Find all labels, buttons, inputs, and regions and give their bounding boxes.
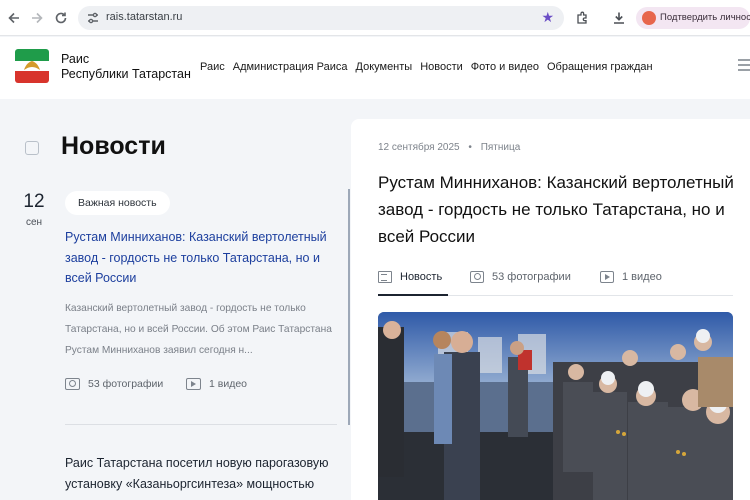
rss-icon[interactable]	[25, 141, 39, 155]
article-title: Рустам Минниханов: Казанский вертолетный…	[378, 173, 734, 246]
tab-photos[interactable]: 53 фотографии	[470, 271, 571, 283]
brand-line-1: Раис	[61, 52, 90, 66]
nav-item-appeals[interactable]: Обращения граждан	[547, 61, 653, 73]
news-date-month: сен	[25, 217, 43, 228]
feed-divider	[65, 424, 337, 425]
nav-item-documents[interactable]: Документы	[356, 61, 413, 73]
downloads-icon[interactable]	[610, 9, 628, 27]
extensions-icon[interactable]	[573, 9, 591, 27]
tatarstan-logo[interactable]	[15, 49, 49, 83]
tab-news-label: Новость	[400, 271, 443, 283]
site-settings-icon[interactable]	[86, 11, 100, 25]
article-panel: 12 сентября 2025 • Пятница Рустам Минних…	[351, 119, 750, 500]
tab-photos-label: 53 фотографии	[492, 271, 571, 283]
forward-icon[interactable]	[27, 8, 47, 28]
date-separator: •	[468, 142, 472, 153]
verify-identity-label: Подтвердить личность	[660, 12, 750, 23]
url-text: rais.tatarstan.ru	[106, 11, 183, 23]
nav-item-photo-video[interactable]: Фото и видео	[471, 61, 539, 73]
news-item-videos[interactable]: 1 видео	[186, 378, 247, 390]
brand-title[interactable]: Раис Республики Татарстан	[61, 52, 191, 82]
article-photo[interactable]	[378, 312, 733, 500]
camera-icon	[65, 378, 80, 390]
article-tabs: Новость 53 фотографии 1 видео	[378, 265, 733, 297]
back-icon[interactable]	[4, 8, 24, 28]
document-icon	[378, 271, 392, 283]
video-icon	[600, 271, 614, 283]
news-date-day: 12	[23, 191, 45, 212]
news-feed: Новости 12 сен Важная новость Рустам Мин…	[0, 99, 350, 500]
news-item-title-link[interactable]: Рустам Минниханов: Казанский вертолетный…	[65, 227, 337, 289]
nav-item-administration[interactable]: Администрация Раиса	[233, 61, 348, 73]
bookmark-star-icon[interactable]: ★	[541, 9, 554, 26]
news-item-excerpt: Казанский вертолетный завод - гордость н…	[65, 303, 332, 356]
important-news-badge: Важная новость	[65, 191, 170, 215]
page-title: Новости	[61, 132, 166, 160]
brand-line-2: Республики Татарстан	[61, 67, 191, 81]
main-nav: Раис Администрация Раиса Документы Новос…	[200, 61, 661, 73]
news-item-photos[interactable]: 53 фотографии	[65, 378, 163, 390]
reload-icon[interactable]	[51, 8, 71, 28]
news-item-title-link[interactable]: Раис Татарстана посетил новую парогазову…	[65, 453, 337, 495]
tab-news[interactable]: Новость	[378, 271, 442, 283]
news-item-photos-label: 53 фотографии	[88, 378, 164, 390]
news-item-videos-label: 1 видео	[209, 378, 248, 390]
camera-icon	[470, 271, 484, 283]
article-date: 12 сентября 2025 • Пятница	[378, 142, 520, 153]
tab-video-label: 1 видео	[622, 271, 662, 283]
address-bar[interactable]: rais.tatarstan.ru ★	[78, 6, 564, 30]
video-icon	[186, 378, 201, 390]
menu-icon[interactable]	[738, 59, 750, 74]
active-tab-indicator	[378, 294, 448, 296]
verify-identity-button[interactable]: Подтвердить личность	[636, 7, 750, 29]
browser-toolbar: rais.tatarstan.ru ★ Подтвердить личность	[0, 0, 750, 36]
site-header: Раис Республики Татарстан Раис Администр…	[0, 37, 750, 99]
active-item-indicator	[348, 189, 350, 425]
nav-item-news[interactable]: Новости	[420, 61, 463, 73]
nav-item-rais[interactable]: Раис	[200, 61, 225, 73]
verify-identity-icon	[642, 11, 656, 25]
article-date-text: 12 сентября 2025	[378, 142, 460, 153]
tab-video[interactable]: 1 видео	[600, 271, 662, 283]
article-weekday: Пятница	[480, 142, 521, 153]
